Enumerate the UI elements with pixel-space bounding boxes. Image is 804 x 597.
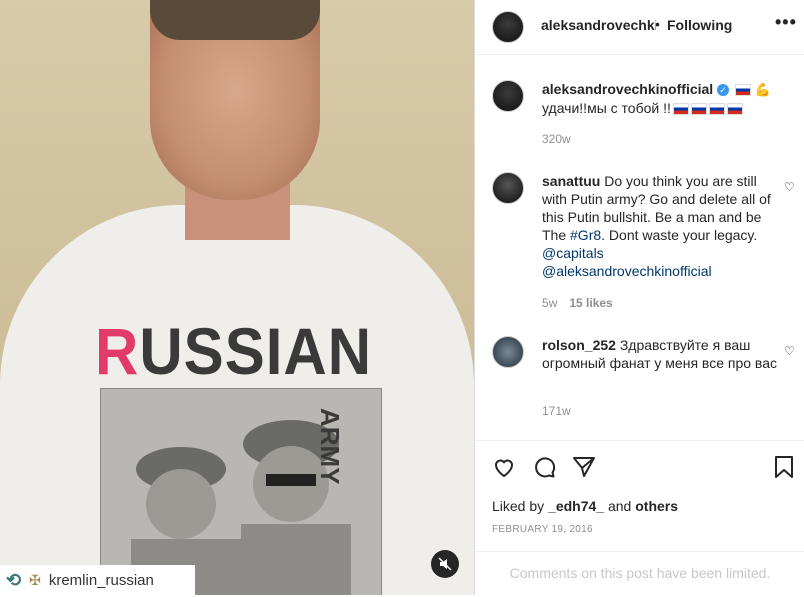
header-username[interactable]: aleksandrovechkinof (541, 17, 656, 33)
eagle-icon: ✠ (29, 571, 41, 588)
like-icon[interactable] (492, 455, 516, 485)
avatar[interactable] (492, 172, 524, 204)
shirt-print-letter-r: R (95, 314, 140, 389)
header-dot: • (655, 16, 660, 32)
liked-by-mid: and (604, 498, 636, 514)
comments-limited-notice: Comments on this post have been limited. (475, 551, 804, 597)
repost-icon: ⟲ (6, 569, 22, 590)
repost-attribution[interactable]: ⟲ ✠ kremlin_russian (0, 565, 195, 595)
shirt-print: RUSSIAN ARMY (95, 314, 382, 595)
comment-likes[interactable]: 15 likes (569, 296, 612, 310)
russia-flag-icon (690, 103, 707, 116)
following-button[interactable]: Following (667, 17, 732, 33)
comment-text: sanattuu Do you think you are still with… (542, 172, 777, 280)
caption-body: удачи!!мы с тобой !! (542, 100, 671, 116)
liked-by-prefix: Liked by (492, 498, 549, 514)
flexed-bicep-icon: 💪 (754, 82, 772, 97)
post-date[interactable]: FEBRUARY 19, 2016 (492, 524, 593, 535)
russia-flag-icon (672, 103, 689, 116)
avatar[interactable] (492, 336, 524, 368)
comment-meta: 5w 15 likes (542, 296, 613, 310)
shirt-print-army: ARMY (315, 408, 345, 485)
post-media[interactable]: RUSSIAN ARMY ⟲ ✠ kremlin_russian (0, 0, 474, 595)
comments-section[interactable]: aleksandrovechkinofficial ✓ 💪 удачи!!мы … (475, 56, 804, 440)
comment-icon[interactable] (532, 455, 556, 485)
shirt-print-title: RUSSIAN (95, 314, 380, 389)
verified-icon: ✓ (717, 84, 730, 97)
liked-by-others[interactable]: others (635, 498, 678, 514)
russia-flag-icon (726, 103, 743, 116)
hashtag-link[interactable]: #Gr8 (570, 227, 601, 243)
shirt-print-letters: USSIAN (139, 314, 373, 389)
post-actions: Liked by _edh74_ and others FEBRUARY 19,… (475, 440, 804, 596)
post-panel: aleksandrovechkinof • Following ••• alek… (474, 0, 804, 595)
liked-by-user[interactable]: _edh74_ (548, 498, 604, 514)
avatar[interactable] (492, 11, 524, 43)
like-comment-icon[interactable]: ♡ (784, 344, 795, 358)
like-comment-icon[interactable]: ♡ (784, 180, 795, 194)
russia-flag-icon (734, 84, 751, 97)
hair (150, 0, 320, 40)
avatar[interactable] (492, 80, 524, 112)
more-options-icon[interactable]: ••• (775, 12, 797, 33)
comment-text: rolson_252 Здравствуйте я ваш огромный ф… (542, 336, 777, 372)
caption-time[interactable]: 320w (542, 132, 571, 146)
mute-icon[interactable] (431, 550, 459, 578)
liked-by: Liked by _edh74_ and others (492, 498, 678, 514)
post-header: aleksandrovechkinof • Following ••• (475, 0, 804, 55)
repost-username[interactable]: kremlin_russian (49, 572, 154, 589)
comment-time[interactable]: 171w (542, 404, 571, 418)
caption-text: aleksandrovechkinofficial ✓ 💪 удачи!!мы … (542, 80, 777, 117)
comment-username[interactable]: rolson_252 (542, 337, 616, 353)
caption-username[interactable]: aleksandrovechkinofficial (542, 81, 713, 97)
comment-body: . Dont waste your legacy. (601, 227, 758, 243)
comment-username[interactable]: sanattuu (542, 173, 600, 189)
russia-flag-icon (708, 103, 725, 116)
bookmark-icon[interactable] (773, 455, 795, 485)
comment-time[interactable]: 5w (542, 296, 557, 310)
mention-link[interactable]: @aleksandrovechkinofficial (542, 263, 712, 279)
mention-link[interactable]: @capitals (542, 245, 604, 261)
share-icon[interactable] (572, 455, 596, 485)
